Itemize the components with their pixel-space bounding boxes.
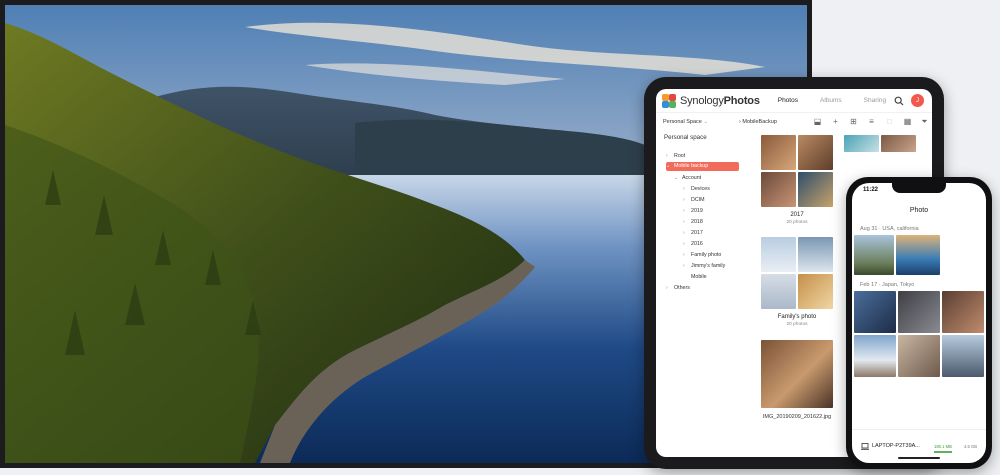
album-card[interactable] (844, 135, 916, 171)
folder-tree: Personal space › Root ⌄ Mobile backup ⌄ Acc… (656, 130, 744, 457)
total-size: 4.5 GB (964, 444, 978, 449)
date-group-header: Aug 31 · USA, california (860, 226, 919, 232)
tree-item-devices[interactable]: › Devices (683, 185, 710, 194)
tree-item-2016[interactable]: › 2016 (683, 240, 703, 249)
photo-card[interactable]: IMG_20190209_201622.jpg (761, 340, 833, 420)
search-icon[interactable] (894, 96, 904, 106)
photo-filename: IMG_20190209_201622.jpg (762, 414, 832, 420)
app-brand: SynologyPhotos (680, 94, 760, 107)
album-name: 2017 (790, 212, 804, 218)
photo-thumbnail[interactable] (896, 235, 940, 275)
new-folder-icon[interactable]: ⊞ (849, 117, 858, 126)
photo-thumbnail[interactable] (942, 335, 984, 377)
photo-thumbnail[interactable] (942, 291, 984, 333)
add-icon[interactable]: + (831, 117, 840, 126)
tree-item-account[interactable]: ⌄ Account (674, 174, 701, 183)
tab-photos[interactable]: Photos (778, 97, 798, 104)
backup-progress-bar (934, 451, 952, 453)
sort-icon[interactable]: ≡ (867, 117, 876, 126)
photo-thumbnail (761, 340, 833, 408)
photo-thumbnail[interactable] (898, 335, 940, 377)
synology-logo-icon (662, 93, 676, 108)
user-avatar[interactable]: J (911, 94, 924, 107)
phone-notch (892, 183, 946, 193)
select-icon[interactable]: □ (885, 117, 894, 126)
tree-item-dcim[interactable]: › DCIM (683, 196, 705, 205)
photo-thumbnail[interactable] (854, 335, 896, 377)
calendar-icon[interactable]: ▦ (903, 117, 912, 126)
album-count: 20 photos (786, 322, 808, 327)
tab-sharing[interactable]: Sharing (864, 97, 886, 104)
photo-thumbnail[interactable] (854, 235, 894, 275)
app-header: SynologyPhotos Photos Albums Sharing J (656, 89, 932, 113)
laptop-icon (861, 443, 869, 450)
album-thumbnails (761, 237, 833, 309)
album-card[interactable]: Family's photo 20 photos (761, 237, 833, 327)
album-thumbnails (761, 135, 833, 207)
album-count: 20 photos (786, 220, 808, 225)
tree-item-jimmys-family[interactable]: › Jimmy's family (683, 262, 725, 271)
mobile-photos-app: 11:22 Photo Aug 31 · USA, california Feb… (852, 183, 986, 463)
tree-item-family-photo[interactable]: › Family photo (683, 251, 721, 260)
tree-item-root[interactable]: › Root (666, 152, 685, 161)
space-selector[interactable]: Personal Space ⌄ (663, 119, 739, 125)
app-tabs: Photos Albums Sharing (778, 97, 886, 104)
device-name: LAPTOP-P2T39A... (872, 443, 920, 449)
breadcrumb[interactable]: › MobileBackup (739, 119, 777, 125)
page-title: Photo (909, 207, 929, 214)
tree-item-2019[interactable]: › 2019 (683, 207, 703, 216)
status-time: 11:22 (863, 187, 879, 193)
photo-thumbnail[interactable] (854, 291, 896, 333)
date-group-header: Feb 17 · Japan, Tokyo (860, 282, 915, 288)
tree-item-2018[interactable]: › 2018 (683, 218, 703, 227)
phone-device: 11:22 Photo Aug 31 · USA, california Feb… (846, 177, 992, 469)
tree-item-mobile-backup[interactable]: ⌄ Mobile backup (666, 162, 739, 171)
tab-albums[interactable]: Albums (820, 97, 842, 104)
tree-item-2017[interactable]: › 2017 (683, 229, 703, 238)
photo-thumbnail[interactable] (898, 291, 940, 333)
home-indicator (898, 457, 940, 459)
album-name: Family's photo (777, 314, 817, 320)
toolbar: Personal Space ⌄ › MobileBackup ⬓ + ⊞ ≡ … (656, 113, 932, 130)
tree-title: Personal space (664, 134, 707, 141)
upload-icon[interactable]: ⬓ (813, 117, 822, 126)
album-card[interactable]: 2017 20 photos (761, 135, 833, 225)
tree-item-others[interactable]: › Others (666, 284, 690, 293)
transferred-size: 180.1 MB (934, 444, 952, 449)
tree-item-mobile[interactable]: Mobile (691, 273, 707, 282)
filter-icon[interactable]: ⏷ (920, 117, 929, 126)
album-thumbnails (844, 135, 916, 171)
